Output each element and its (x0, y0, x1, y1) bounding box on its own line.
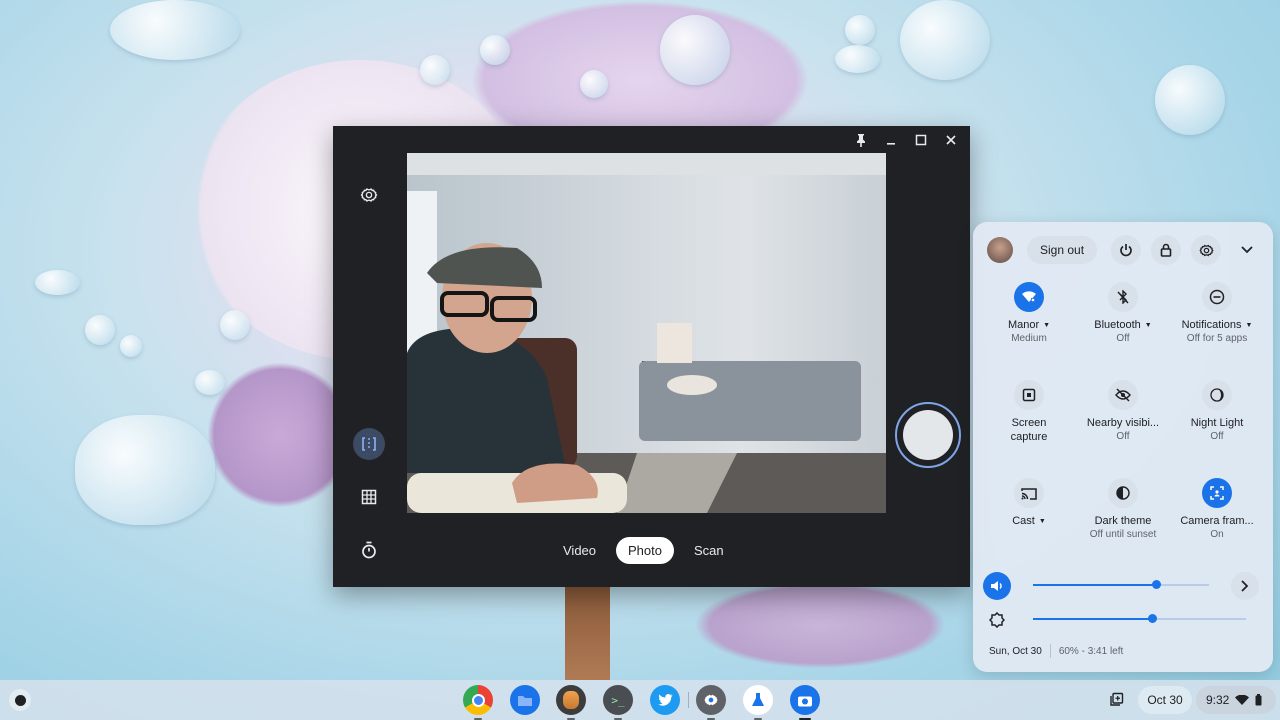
avatar[interactable] (987, 237, 1013, 263)
tile-notifications[interactable]: Notifications ▼ Off for 5 apps (1169, 282, 1265, 346)
launcher-button[interactable] (9, 689, 31, 711)
wifi-icon (1014, 282, 1044, 312)
brightness-icon (987, 610, 1007, 630)
maximize-icon[interactable] (908, 127, 934, 153)
camera-icon (798, 696, 812, 706)
terminal-icon: >_ (611, 693, 625, 707)
chrome-icon (471, 693, 485, 707)
twitter-icon (657, 694, 673, 706)
holding-space-icon[interactable] (1104, 686, 1128, 714)
settings-icon[interactable] (353, 179, 385, 211)
mode-selector: Video Photo Scan (551, 537, 736, 564)
visibility-off-icon (1108, 380, 1138, 410)
grid-icon[interactable] (353, 481, 385, 513)
volume-icon[interactable] (983, 572, 1011, 600)
tile-label: Bluetooth (1094, 319, 1141, 331)
shelf-app-twitter[interactable] (650, 685, 680, 715)
tile-night-light[interactable]: Night Light Off (1169, 380, 1265, 444)
camera-framing-icon (1202, 478, 1232, 508)
night-light-icon (1202, 380, 1232, 410)
tile-status: On (1210, 529, 1224, 540)
tile-dark-theme[interactable]: Dark theme Off until sunset (1075, 478, 1171, 542)
tile-label: Night Light (1190, 417, 1244, 429)
tile-label: Camera fram... (1180, 515, 1254, 527)
close-icon[interactable] (938, 127, 964, 153)
shelf-separator (688, 692, 689, 708)
tile-cast[interactable]: Cast ▼ (981, 478, 1077, 528)
tile-label: Dark theme (1094, 515, 1152, 527)
volume-slider[interactable] (1033, 580, 1209, 589)
quick-settings-panel: Sign out Manor ▼ Medium Bluetooth ▼ Off Notifi… (973, 222, 1273, 672)
camera-preview (407, 153, 886, 513)
folder-icon (518, 695, 532, 706)
tile-label: Cast (1012, 515, 1035, 527)
tile-label: Manor (1007, 319, 1040, 331)
tile-label: Notifications (1181, 319, 1242, 331)
title-bar (333, 126, 970, 154)
dark-theme-icon (1108, 478, 1138, 508)
power-icon[interactable] (1111, 235, 1142, 265)
audio-settings-chevron-icon[interactable] (1231, 572, 1259, 600)
battery-icon (1255, 694, 1262, 706)
status-area-button[interactable]: 9:32 (1196, 686, 1276, 714)
flask-icon (752, 693, 764, 706)
tile-screen-capture[interactable]: Screen capture (981, 380, 1077, 444)
shelf-app-photo[interactable] (556, 685, 586, 720)
divider (1049, 644, 1051, 658)
tile-status: Off (1210, 431, 1224, 442)
mode-video[interactable]: Video (551, 537, 608, 564)
screen-capture-icon (1014, 380, 1044, 410)
shelf-app-files[interactable] (510, 685, 540, 715)
cast-icon (1014, 478, 1044, 508)
shelf-app-camera[interactable] (790, 685, 820, 720)
tile-manor[interactable]: Manor ▼ Medium (981, 282, 1077, 346)
tile-status: Off (1116, 333, 1130, 344)
mode-scan[interactable]: Scan (682, 537, 736, 564)
dropdown-caret-icon: ▼ (1038, 517, 1046, 525)
settings-icon[interactable] (1191, 235, 1222, 265)
shelf-app-labs[interactable] (743, 685, 773, 720)
date-label[interactable]: Sun, Oct 30 (989, 646, 1042, 657)
tile-label: Screen capture (1010, 417, 1048, 443)
pin-icon[interactable] (848, 127, 874, 153)
tile-status: Medium (1011, 333, 1047, 344)
photo-app-icon (563, 691, 579, 709)
dropdown-caret-icon: ▼ (1144, 321, 1152, 329)
mode-photo[interactable]: Photo (616, 537, 674, 564)
tile-bluetooth[interactable]: Bluetooth ▼ Off (1075, 282, 1171, 346)
battery-status: 60% - 3:41 left (1058, 645, 1124, 657)
date-tray-button[interactable]: Oct 30 (1138, 686, 1192, 714)
dropdown-caret-icon: ▼ (1043, 321, 1051, 329)
camera-app-window: Video Photo Scan (333, 126, 970, 587)
collapse-icon[interactable] (1235, 238, 1259, 262)
shelf-app-chrome[interactable] (463, 685, 493, 720)
lock-icon[interactable] (1151, 235, 1182, 265)
timer-icon[interactable] (353, 534, 385, 566)
brightness-slider[interactable] (1033, 614, 1246, 623)
tile-nearby-visibi[interactable]: Nearby visibi... Off (1075, 380, 1171, 444)
launcher-icon (14, 694, 26, 706)
wifi-icon (1235, 695, 1250, 705)
tile-status: Off until sunset (1089, 529, 1157, 540)
shutter-button[interactable] (895, 402, 961, 468)
shelf-app-settings[interactable] (696, 685, 726, 720)
shelf (0, 680, 1280, 720)
bluetooth-off-icon (1108, 282, 1138, 312)
tile-camera-fram[interactable]: Camera fram... On (1169, 478, 1265, 542)
shelf-app-terminal[interactable]: >_ (603, 685, 633, 720)
sign-out-button[interactable]: Sign out (1027, 236, 1098, 264)
clock: 9:32 (1206, 693, 1230, 707)
tile-status: Off for 5 apps (1186, 333, 1248, 344)
do-not-disturb-icon (1202, 282, 1232, 312)
gear-icon (704, 694, 718, 706)
dropdown-caret-icon: ▼ (1245, 321, 1253, 329)
minimize-icon[interactable] (878, 127, 904, 153)
mirror-frame-icon[interactable] (353, 428, 385, 460)
tile-status: Off (1116, 431, 1130, 442)
tile-label: Nearby visibi... (1086, 417, 1160, 429)
